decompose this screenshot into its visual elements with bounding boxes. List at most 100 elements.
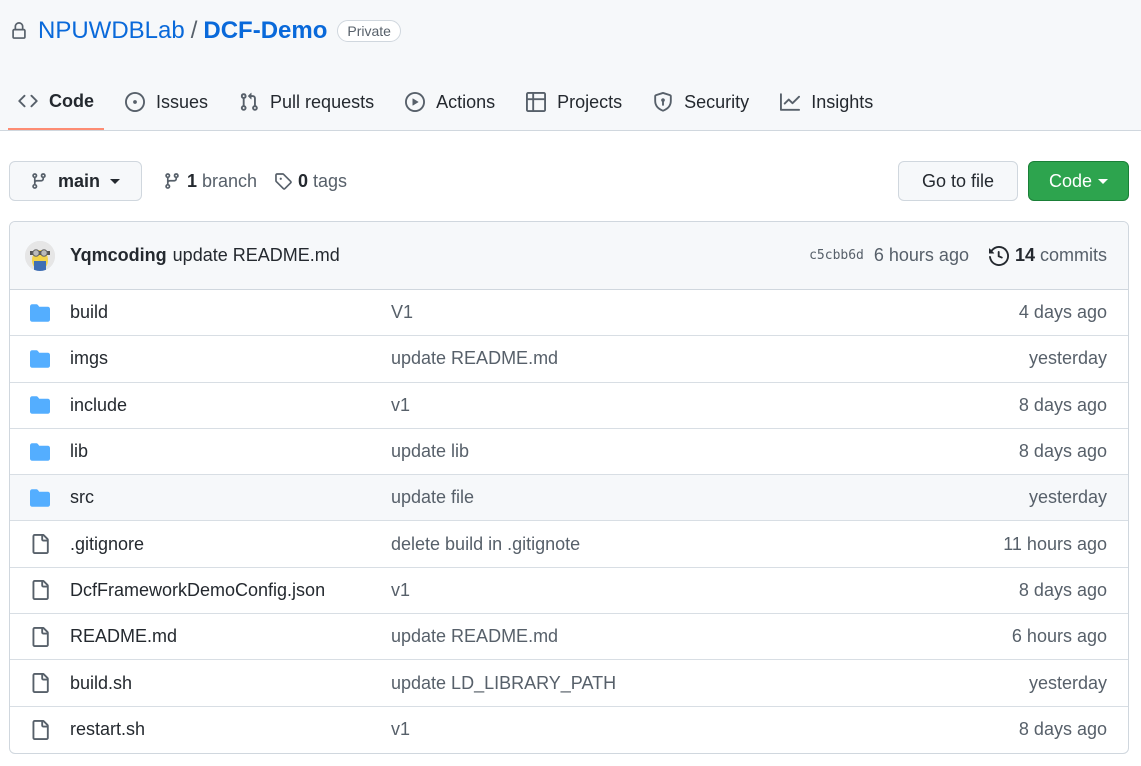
folder-icon — [30, 349, 50, 369]
git-branch-icon — [165, 173, 179, 189]
file-age: yesterday — [1028, 487, 1107, 508]
branch-label: branch — [202, 170, 258, 191]
tab-code[interactable]: Code — [8, 74, 104, 130]
branch-select-button[interactable]: main — [9, 161, 142, 201]
file-row[interactable]: src update file yesterday — [10, 475, 1128, 522]
commits-history-link[interactable]: 14 commits — [988, 245, 1107, 266]
file-name-link[interactable]: include — [70, 395, 391, 416]
code-icon — [18, 94, 38, 108]
repo-header: NPUWDBLab / DCF-Demo Private Code Issues… — [0, 0, 1141, 131]
file-name-link[interactable]: .gitignore — [70, 534, 391, 555]
commit-meta: c5cbb6d 6 hours ago 14 commits — [809, 245, 1107, 266]
file-commit-message-link[interactable]: update README.md — [391, 626, 1012, 647]
file-row[interactable]: README.md update README.md 6 hours ago — [10, 614, 1128, 661]
file-age: 8 days ago — [1018, 719, 1107, 740]
file-icon — [30, 719, 50, 740]
file-commit-message-link[interactable]: update README.md — [391, 348, 1029, 369]
issue-icon — [125, 92, 145, 112]
file-name-link[interactable]: restart.sh — [70, 719, 391, 740]
file-commit-message-link[interactable]: delete build in .gitignote — [391, 534, 1003, 555]
tab-projects[interactable]: Projects — [516, 74, 632, 130]
tab-label: Issues — [156, 91, 209, 112]
file-name-link[interactable]: build — [70, 302, 391, 323]
table-icon — [526, 92, 547, 112]
tab-label: Code — [49, 90, 94, 111]
git-branch-icon — [32, 173, 46, 189]
file-row[interactable]: DcfFrameworkDemoConfig.json v1 8 days ago — [10, 568, 1128, 615]
file-age: 8 days ago — [1018, 394, 1107, 415]
folder-icon — [30, 395, 50, 415]
history-icon — [988, 245, 1009, 266]
commit-message-link[interactable]: update README.md — [173, 245, 340, 266]
tag-label: tags — [313, 170, 348, 191]
tags-link[interactable]: 0 tags — [274, 161, 347, 201]
file-age: 8 days ago — [1018, 579, 1107, 600]
branches-link[interactable]: 1 branch — [163, 161, 257, 201]
tag-count: 0 — [298, 170, 309, 191]
file-name-link[interactable]: lib — [70, 441, 391, 462]
file-name-link[interactable]: imgs — [70, 348, 391, 369]
file-age: yesterday — [1028, 672, 1107, 693]
lock-icon — [10, 21, 28, 41]
file-row[interactable]: lib update lib 8 days ago — [10, 429, 1128, 476]
file-name-link[interactable]: README.md — [70, 626, 391, 647]
file-row[interactable]: build.sh update LD_LIBRARY_PATH yesterday — [10, 660, 1128, 707]
folder-icon — [30, 488, 50, 508]
file-commit-message-link[interactable]: update lib — [391, 441, 1019, 462]
file-icon — [30, 626, 50, 647]
tag-icon — [275, 173, 292, 190]
repo-title: NPUWDBLab / DCF-Demo Private — [10, 16, 401, 46]
repo-name-link[interactable]: DCF-Demo — [203, 17, 327, 45]
file-row[interactable]: imgs update README.md yesterday — [10, 336, 1128, 383]
file-row[interactable]: include v1 8 days ago — [10, 383, 1128, 429]
commit-author-link[interactable]: Yqmcoding — [70, 245, 167, 266]
file-name-link[interactable]: DcfFrameworkDemoConfig.json — [70, 580, 391, 601]
file-row[interactable]: .gitignore delete build in .gitignote 11 h… — [10, 521, 1128, 568]
file-name-link[interactable]: build.sh — [70, 673, 391, 694]
folder-icon — [30, 442, 50, 462]
avatar[interactable] — [25, 240, 55, 271]
file-age: 4 days ago — [1018, 302, 1107, 323]
tab-actions[interactable]: Actions — [395, 74, 505, 130]
commit-count-label: commits — [1040, 245, 1107, 265]
file-commit-message-link[interactable]: v1 — [391, 580, 1019, 601]
go-to-file-button[interactable]: Go to file — [898, 161, 1018, 201]
tab-issues[interactable]: Issues — [115, 74, 218, 130]
file-row[interactable]: build V1 4 days ago — [10, 290, 1128, 337]
file-commit-message-link[interactable]: update LD_LIBRARY_PATH — [391, 673, 1029, 694]
file-row[interactable]: restart.sh v1 8 days ago — [10, 707, 1128, 753]
branch-count: 1 — [187, 170, 198, 191]
tab-insights[interactable]: Insights — [770, 74, 883, 130]
shield-icon — [654, 92, 672, 112]
file-commit-message-link[interactable]: v1 — [391, 395, 1019, 416]
tab-label: Projects — [557, 91, 623, 112]
commit-count: 14 — [1014, 245, 1035, 265]
file-commit-message-link[interactable]: v1 — [391, 719, 1019, 740]
graph-icon — [780, 93, 801, 111]
repo-owner-link[interactable]: NPUWDBLab — [38, 17, 185, 45]
file-rows: build V1 4 days ago imgs update README.md yes… — [10, 290, 1128, 753]
avatar-image-icon — [25, 240, 55, 271]
tab-label: Actions — [436, 91, 496, 112]
code-button[interactable]: Code — [1028, 161, 1129, 201]
repo-path-separator: / — [190, 17, 198, 44]
file-icon — [30, 580, 50, 601]
commit-sha-link[interactable]: c5cbb6d — [809, 248, 864, 263]
file-commit-message-link[interactable]: V1 — [391, 302, 1019, 323]
visibility-badge: Private — [337, 20, 401, 42]
tab-pull-requests[interactable]: Pull requests — [229, 74, 384, 130]
play-icon — [405, 92, 426, 112]
file-commit-message-link[interactable]: update file — [391, 487, 1029, 508]
file-age: 8 days ago — [1018, 441, 1107, 462]
file-name-link[interactable]: src — [70, 487, 391, 508]
file-age: yesterday — [1028, 348, 1107, 369]
file-list: Yqmcoding update README.md c5cbb6d 6 hou… — [9, 221, 1129, 754]
caret-down-icon — [1098, 178, 1109, 184]
repo-tabs: Code Issues Pull requests Actions Projec… — [8, 74, 894, 131]
file-icon — [30, 534, 50, 555]
file-age: 6 hours ago — [1011, 626, 1107, 647]
tab-security[interactable]: Security — [643, 74, 759, 130]
tab-label: Pull requests — [270, 91, 375, 112]
branch-name: main — [58, 170, 101, 191]
pull-request-icon — [240, 92, 258, 111]
